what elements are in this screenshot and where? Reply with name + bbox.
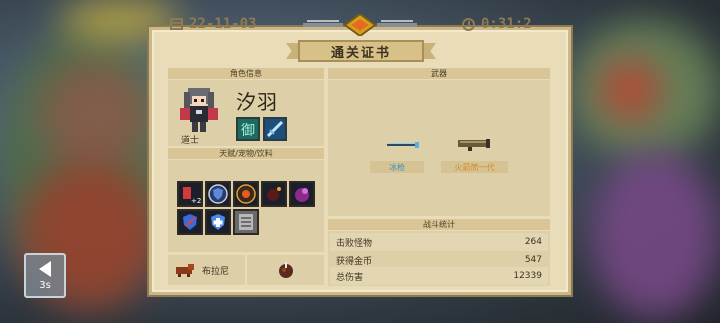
drink-coconut-icon <box>278 262 293 278</box>
skill-icon-control: 御 <box>236 117 260 141</box>
stat-label: 总伤害 <box>336 272 364 283</box>
weapon-rocket-launcher-sprite <box>458 139 490 151</box>
section-header-character: 角色信息 <box>168 68 324 79</box>
character-class: 道士 <box>181 136 200 146</box>
back-button[interactable]: 3s <box>24 253 66 298</box>
weapons-panel <box>328 80 550 216</box>
weapon-name-1: 冰枪 <box>370 161 424 173</box>
buff-poison-icon <box>289 181 315 207</box>
section-header-buffs: 天赋/宠物/饮料 <box>168 148 324 159</box>
certificate-title: 通关证书 <box>298 40 424 62</box>
date-display: 22-11-03 <box>170 16 256 32</box>
buff-blue-shield-icon <box>177 209 203 235</box>
stat-value: 12339 <box>513 271 542 281</box>
weapon-ice-gun-sprite <box>387 142 419 148</box>
weapon-name-2: 火箭筒一代 <box>441 161 508 173</box>
svg-text:+2: +2 <box>191 197 201 205</box>
background-blur <box>590 150 720 320</box>
character-sprite <box>180 88 218 132</box>
date-text: 22-11-03 <box>189 16 257 32</box>
pet-name: 布拉尼 <box>202 266 230 277</box>
buff-shield-icon <box>205 181 231 207</box>
pet-sprite-icon <box>176 264 194 277</box>
stat-row-kills: 击败怪物 264 <box>330 233 548 251</box>
buff-fire-ring-icon <box>233 181 259 207</box>
time-display: 0:31:2 <box>462 16 532 32</box>
stat-label: 获得金币 <box>336 256 373 267</box>
drink-cell <box>247 255 324 285</box>
stat-value: 547 <box>524 255 542 265</box>
svg-text:御: 御 <box>241 123 255 139</box>
buff-bomb-icon <box>261 181 287 207</box>
buff-health-plus-icon: +2 <box>177 181 203 207</box>
back-countdown: 3s <box>39 279 51 291</box>
clock-icon <box>462 17 475 31</box>
crown-ornament-icon <box>303 14 417 36</box>
stat-value: 264 <box>524 237 542 247</box>
time-text: 0:31:2 <box>481 16 532 32</box>
buff-scroll-icon <box>233 209 259 235</box>
section-header-weapons: 武器 <box>328 68 550 79</box>
character-name: 汐羽 <box>236 90 278 114</box>
stat-row-damage: 总伤害 12339 <box>330 267 548 285</box>
stat-label: 击败怪物 <box>336 238 373 249</box>
back-arrow-icon <box>39 260 51 277</box>
calendar-icon <box>170 18 183 30</box>
background-blur <box>600 60 660 120</box>
skill-icon-sword <box>263 117 287 141</box>
section-header-stats: 战斗统计 <box>328 219 550 230</box>
buff-armor-plus-icon <box>205 209 231 235</box>
background-blur <box>40 60 150 170</box>
pet-cell: 布拉尼 <box>168 255 245 285</box>
